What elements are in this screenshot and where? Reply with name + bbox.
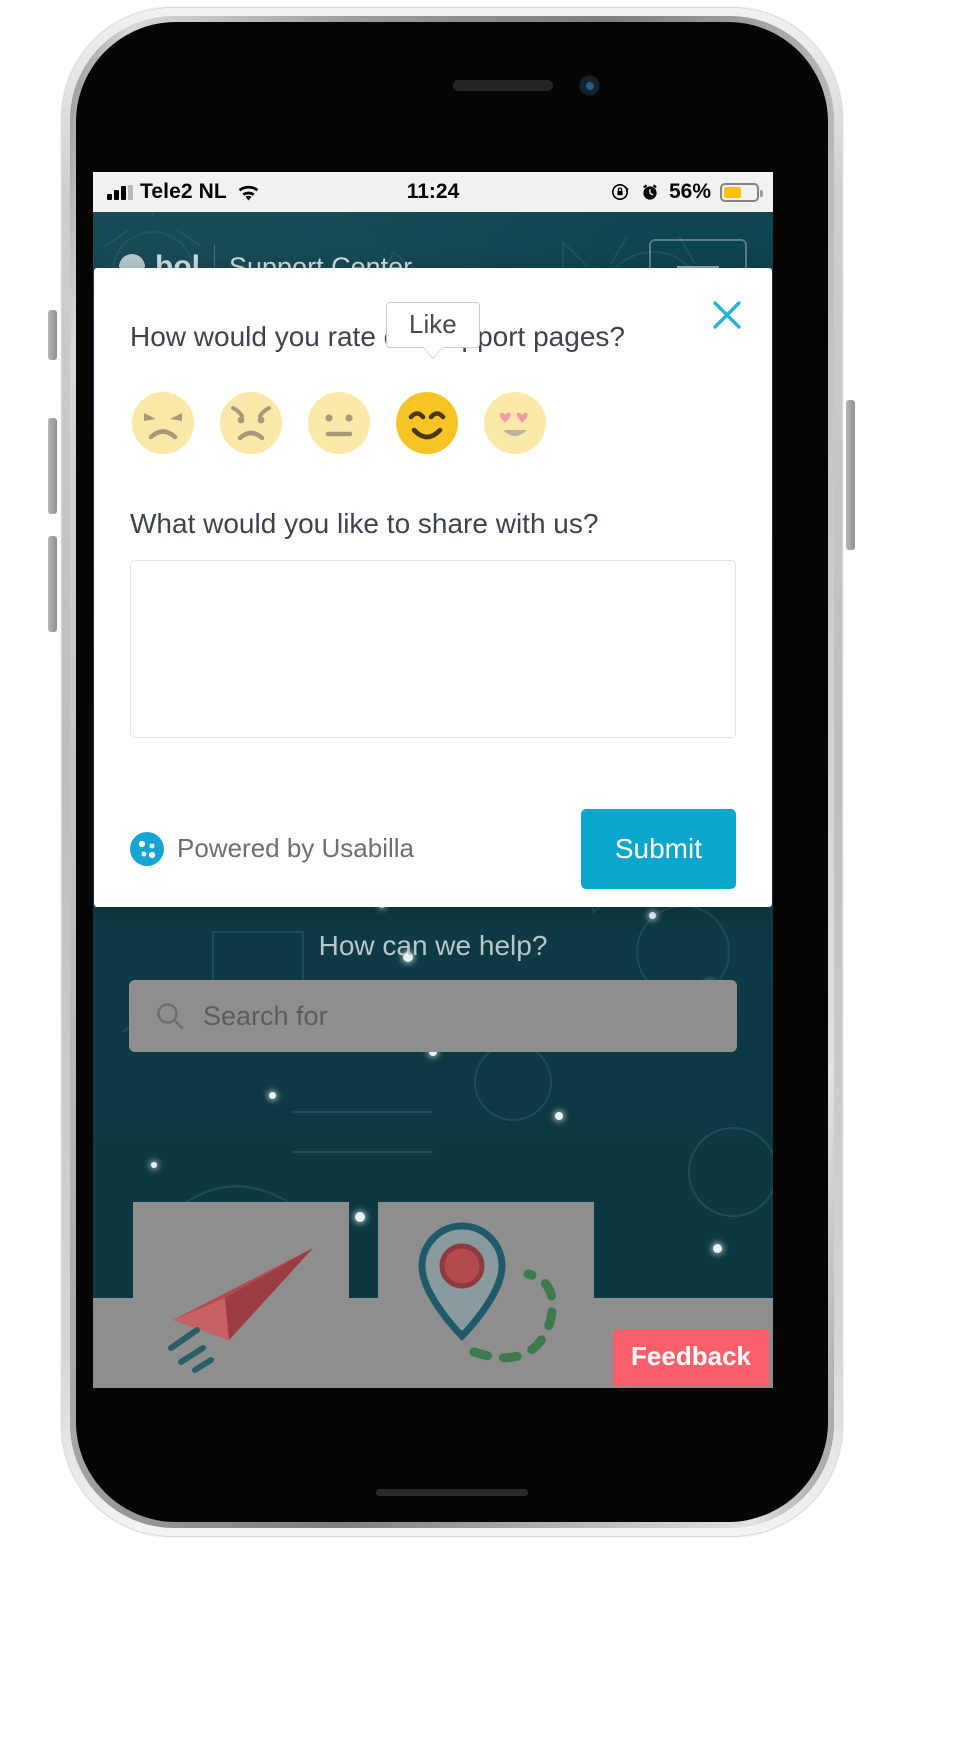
volume-down-button[interactable]	[48, 536, 57, 632]
rating-emoji-happy-selected[interactable]	[396, 391, 458, 454]
modal-footer: Powered by Usabilla Submit	[130, 791, 736, 907]
screenshot-stage: Tele2 NL 11:24 56% bol Support Center Ho…	[0, 0, 960, 1744]
feedback-modal: How would you rate our support pages? Li…	[94, 268, 772, 907]
front-camera	[579, 75, 600, 96]
usabilla-logo-icon	[130, 831, 164, 866]
powered-by-usabilla[interactable]: Powered by Usabilla	[130, 831, 415, 866]
rating-emoji-sad[interactable]	[220, 391, 282, 454]
comment-question: What would you like to share with us?	[130, 507, 599, 539]
rating-emoji-row	[130, 391, 736, 454]
volume-up-button[interactable]	[48, 418, 57, 514]
rating-emoji-love[interactable]	[484, 391, 546, 454]
rating-question-text: How would you rate our support pages?	[130, 321, 625, 352]
earpiece-speaker	[453, 80, 553, 91]
phone-screen: Tele2 NL 11:24 56% bol Support Center Ho…	[93, 172, 773, 1388]
power-button[interactable]	[846, 400, 855, 550]
comment-textarea[interactable]	[130, 559, 736, 738]
home-indicator	[376, 1489, 528, 1496]
submit-button[interactable]: Submit	[580, 808, 736, 889]
rating-emoji-angry[interactable]	[132, 391, 194, 454]
rating-emoji-neutral[interactable]	[308, 391, 370, 454]
rating-tooltip: Like	[386, 302, 480, 348]
silence-switch[interactable]	[48, 310, 57, 360]
rating-question: How would you rate our support pages? Li…	[130, 302, 736, 354]
powered-by-label: Powered by Usabilla	[177, 833, 415, 864]
